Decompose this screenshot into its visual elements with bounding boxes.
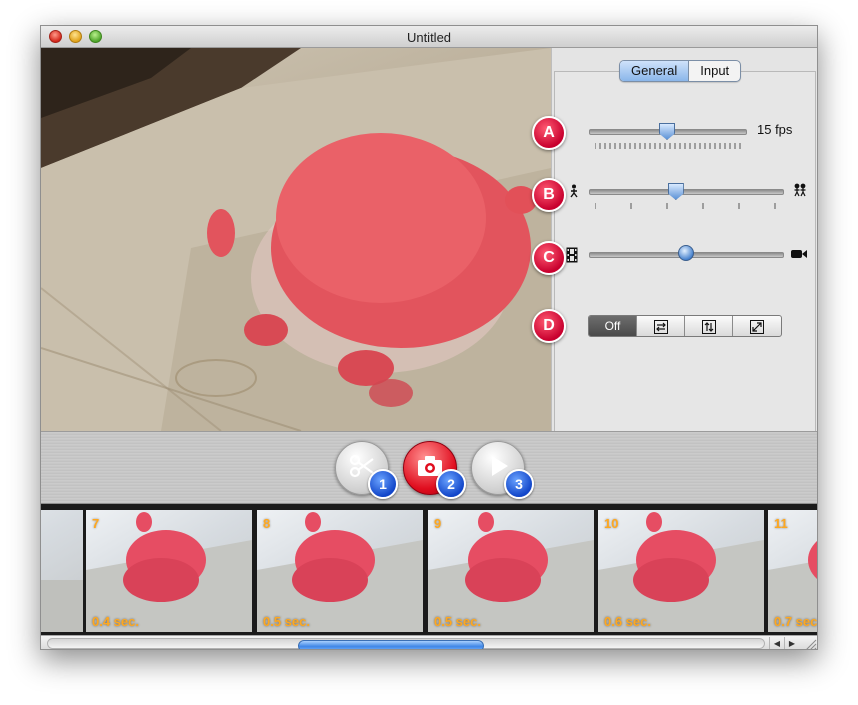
frame-time: 0.7 sec. xyxy=(774,614,817,629)
frame-thumbnail[interactable]: 11 0.7 sec. xyxy=(768,510,817,632)
video-camera-icon xyxy=(790,248,808,262)
title-bar[interactable]: Untitled xyxy=(41,26,817,48)
frame-time: 0.6 sec. xyxy=(604,614,651,629)
filmstrip-scrollbar[interactable]: ◀ ▶ xyxy=(41,635,817,650)
mode-off-segment[interactable]: Off xyxy=(589,316,637,336)
frame-time: 0.5 sec. xyxy=(263,614,310,629)
framerate-value: 15 fps xyxy=(757,122,793,137)
preview-image xyxy=(41,48,551,431)
scrollbar-track[interactable] xyxy=(47,638,765,649)
scrollbar-thumb[interactable] xyxy=(297,640,485,649)
camera-preview xyxy=(41,48,551,431)
single-figure-icon xyxy=(569,184,579,200)
onion-skin-slider-track[interactable] xyxy=(589,189,784,195)
multiple-figures-icon xyxy=(792,183,808,201)
app-window: Untitled General Input A 15 fps B C D Of… xyxy=(40,25,818,650)
scroll-left-arrow[interactable]: ◀ xyxy=(769,637,784,649)
frame-number: 9 xyxy=(434,516,442,531)
mirror-horizontal-segment[interactable] xyxy=(637,316,685,336)
mirror-vertical-icon xyxy=(701,319,716,334)
frame-time: 0.5 sec. xyxy=(434,614,481,629)
frame-number: 8 xyxy=(263,516,271,531)
frame-thumbnail[interactable]: 8 0.5 sec. xyxy=(257,510,423,632)
blend-slider-thumb[interactable] xyxy=(677,245,694,261)
badge-c: C xyxy=(532,241,566,275)
mirror-vertical-segment[interactable] xyxy=(685,316,733,336)
frame-thumbnail-partial[interactable] xyxy=(41,510,83,632)
flip-both-segment[interactable] xyxy=(733,316,781,336)
frame-thumbnail[interactable]: 7 0.4 sec. xyxy=(86,510,252,632)
scroll-right-arrow[interactable]: ▶ xyxy=(784,637,799,649)
frame-number: 7 xyxy=(92,516,100,531)
settings-tab-bar: General Input xyxy=(619,60,742,82)
tab-general[interactable]: General xyxy=(620,61,690,81)
film-strip-icon xyxy=(566,247,578,265)
filmstrip[interactable]: 7 0.4 sec. 8 0.5 sec. 9 0.5 sec. 10 0.6 … xyxy=(41,504,817,635)
step-3-badge: 3 xyxy=(504,469,534,499)
step-1-badge: 1 xyxy=(368,469,398,499)
step-2-badge: 2 xyxy=(436,469,466,499)
onion-skin-slider-ticks xyxy=(595,203,776,209)
framerate-slider-ticks xyxy=(595,143,741,149)
settings-panel: General Input A 15 fps B C D Off xyxy=(532,48,817,431)
frame-number: 11 xyxy=(774,516,788,531)
badge-b: B xyxy=(532,178,566,212)
flip-both-icon xyxy=(750,319,764,334)
frame-thumbnail[interactable]: 9 0.5 sec. xyxy=(428,510,594,632)
capture-toolbar: 1 2 3 xyxy=(41,431,817,504)
mirror-mode-control: Off xyxy=(588,315,782,337)
resize-grip-icon[interactable] xyxy=(803,637,817,650)
tab-input[interactable]: Input xyxy=(689,61,740,81)
frame-time: 0.4 sec. xyxy=(92,614,139,629)
badge-d: D xyxy=(532,309,566,343)
window-title: Untitled xyxy=(406,30,452,45)
mirror-horizontal-icon xyxy=(653,319,668,334)
frame-number: 10 xyxy=(604,516,619,531)
frame-thumbnail[interactable]: 10 0.6 sec. xyxy=(598,510,764,632)
badge-a: A xyxy=(532,116,566,150)
